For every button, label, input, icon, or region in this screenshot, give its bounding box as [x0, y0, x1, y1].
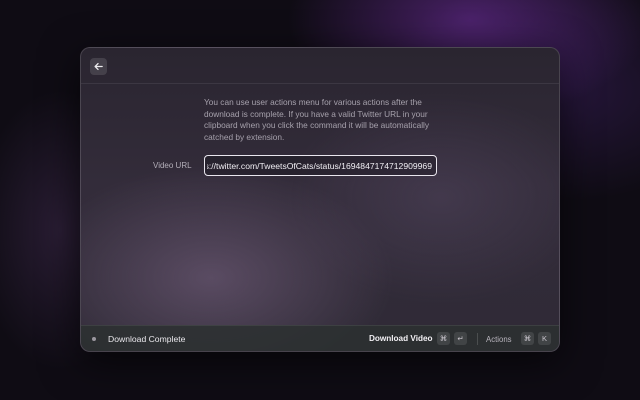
action-bar: Download Complete Download Video ⌘ ↵ Act…	[81, 325, 559, 351]
back-button[interactable]	[90, 58, 107, 75]
video-url-label: Video URL	[153, 161, 192, 170]
actions-button[interactable]: Actions	[486, 335, 512, 344]
status-dot-icon	[92, 337, 96, 341]
download-video-button[interactable]: Download Video	[369, 334, 433, 343]
status-text: Download Complete	[108, 334, 186, 344]
form-description: You can use user actions menu for variou…	[204, 97, 430, 142]
top-bar	[81, 48, 559, 84]
return-key-icon: ↵	[454, 332, 467, 345]
arrow-left-icon	[94, 62, 103, 71]
command-key-icon: ⌘	[521, 332, 534, 345]
video-url-input[interactable]	[204, 155, 437, 176]
extension-window: You can use user actions menu for variou…	[80, 47, 560, 352]
action-divider	[477, 333, 478, 345]
k-key-icon: K	[538, 332, 551, 345]
command-key-icon: ⌘	[437, 332, 450, 345]
